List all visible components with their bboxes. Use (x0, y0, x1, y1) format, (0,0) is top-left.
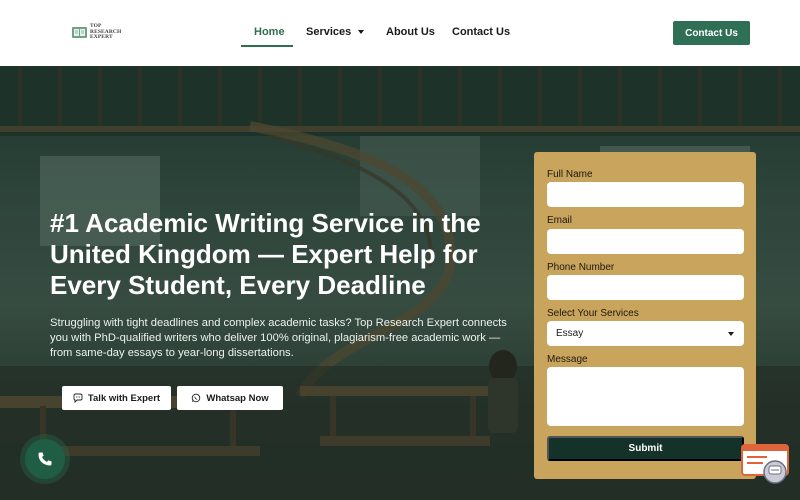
services-label: Select Your Services (547, 308, 639, 319)
submit-button[interactable]: Submit (547, 436, 744, 461)
hero-subtitle: Struggling with tight deadlines and comp… (50, 317, 507, 359)
enquiry-form: Full Name Email Phone Number Select Your… (534, 152, 756, 479)
phone-icon (38, 452, 52, 466)
hero-title: #1 Academic Writing Service in the Unite… (50, 208, 481, 300)
hero-section: #1 Academic Writing Service in the Unite… (0, 66, 800, 500)
whatsapp-now-button[interactable]: Whatsap Now (177, 386, 283, 410)
nav-item-about[interactable]: About Us (386, 26, 435, 38)
talk-with-expert-label: Talk with Expert (87, 392, 161, 404)
chevron-down-icon (728, 331, 734, 336)
logo[interactable]: TOP RESEARCH EXPERT (72, 23, 121, 41)
call-button[interactable] (25, 439, 65, 479)
chevron-down-icon (358, 30, 365, 34)
logo-icon (72, 24, 88, 40)
nav-item-home[interactable]: Home (254, 26, 285, 38)
talk-with-expert-button[interactable]: Talk with Expert (62, 386, 171, 410)
email-label: Email (547, 215, 573, 226)
full-name-input[interactable] (547, 182, 744, 207)
nav-active-indicator (241, 45, 293, 47)
logo-line: EXPERT (90, 34, 113, 40)
full-name-label: Full Name (547, 169, 593, 180)
message-textarea[interactable] (547, 367, 744, 426)
chat-bubble-icon (73, 393, 83, 403)
phone-input[interactable] (547, 275, 744, 300)
services-selected-value: Essay (556, 328, 584, 339)
logo-text: TOP RESEARCH EXPERT (90, 23, 121, 41)
site-header: TOP RESEARCH EXPERT Home Services About … (0, 0, 800, 66)
whatsapp-now-label: Whatsap Now (206, 392, 269, 404)
chat-widget-icon (741, 444, 789, 484)
whatsapp-icon (192, 393, 201, 403)
nav-item-services[interactable]: Services (306, 26, 365, 38)
chat-widget-button[interactable] (741, 444, 790, 486)
nav-item-contact[interactable]: Contact Us (452, 26, 510, 38)
nav-item-services-label: Services (306, 26, 352, 38)
message-label: Message (547, 354, 588, 365)
email-input[interactable] (547, 229, 744, 254)
header-contact-button[interactable]: Contact Us (673, 21, 750, 45)
services-select[interactable]: Essay (547, 321, 744, 346)
phone-label: Phone Number (547, 262, 615, 273)
